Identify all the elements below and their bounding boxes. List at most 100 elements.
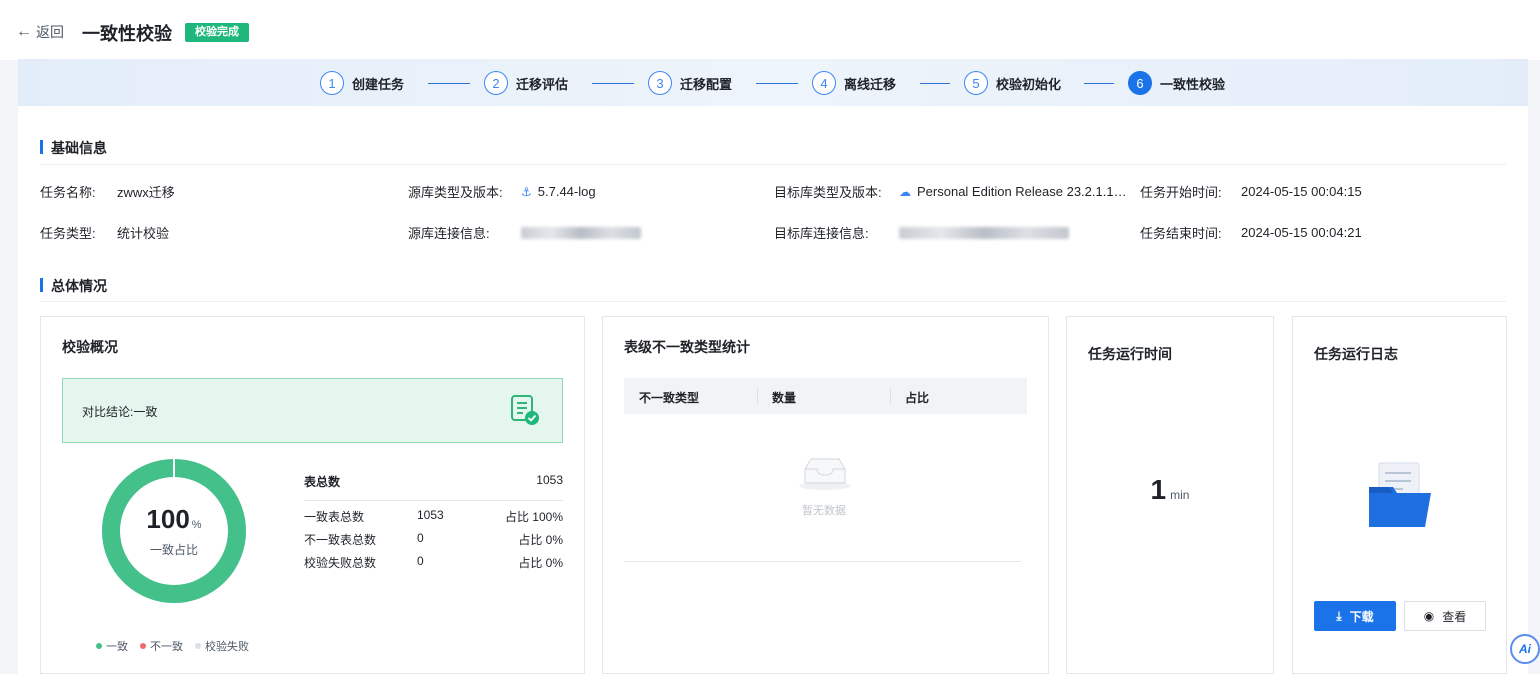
view-label: 查看	[1442, 609, 1467, 624]
runtime-card: 任务运行时间 1 min	[1066, 316, 1274, 674]
stats-count: 1053	[417, 508, 444, 522]
step-5: 5 校验初始化	[964, 71, 1061, 95]
stats-label: 不一致表总数	[304, 533, 377, 547]
stats-ratio: 占比 0%	[518, 533, 563, 547]
conclusion-banner: 对比结论:一致	[62, 378, 563, 443]
info-source-conn: 源库连接信息:	[408, 223, 641, 242]
step-connector	[920, 83, 950, 84]
info-value: 2024-05-15 00:04:21	[1241, 225, 1362, 240]
percent-value: 100	[146, 504, 190, 534]
verify-overview-card: 校验概况 对比结论:一致 100 % 一致占比 表总数 1053 一致表总数 1…	[40, 316, 585, 674]
info-label: 源库类型及版本:	[408, 185, 503, 200]
step-4: 4 离线迁移	[812, 71, 896, 95]
stats-label: 表总数	[304, 475, 341, 489]
redacted-value	[521, 226, 641, 239]
info-task-name: 任务名称: zwwx迁移	[40, 182, 175, 201]
card-title: 任务运行时间	[1088, 346, 1172, 362]
legend-dot	[140, 643, 146, 649]
log-card: 任务运行日志 ⤓ 下载 ◉ 查看	[1292, 316, 1507, 674]
column-divider	[757, 387, 758, 405]
table-header: 不一致类型 数量 占比	[624, 378, 1027, 414]
empty-inbox-icon	[797, 455, 853, 496]
step-number: 1	[320, 71, 344, 95]
step-number: 5	[964, 71, 988, 95]
info-label: 目标库类型及版本:	[774, 185, 882, 200]
donut-legend: 一致 不一致 校验失败	[96, 638, 249, 654]
step-label: 迁移评估	[516, 76, 569, 92]
section-title-basic-info: 基础信息	[40, 138, 107, 158]
mysql-icon: ⚓	[521, 184, 532, 199]
stats-count: 0	[417, 531, 424, 545]
card-title: 校验概况	[62, 339, 118, 355]
ai-icon: Ai	[1519, 642, 1531, 656]
back-label: 返回	[36, 24, 64, 40]
info-task-type: 任务类型: 统计校验	[40, 223, 169, 242]
percent-readout: 100%	[146, 504, 201, 535]
step-connector	[428, 83, 470, 84]
download-icon: ⤓	[1336, 608, 1342, 623]
legend-item[interactable]: 校验失败	[195, 638, 249, 654]
step-label: 迁移配置	[680, 76, 733, 92]
folder-document-icon	[1367, 461, 1433, 534]
step-number: 2	[484, 71, 508, 95]
stats-ratio: 占比 0%	[518, 556, 563, 570]
info-label: 源库连接信息:	[408, 226, 490, 241]
info-label: 任务结束时间:	[1140, 226, 1222, 241]
info-value: 统计校验	[117, 226, 170, 241]
info-label: 任务名称:	[40, 185, 96, 200]
runtime-number: 1	[1150, 474, 1167, 505]
step-label: 创建任务	[352, 76, 405, 92]
empty-text: 暂无数据	[802, 505, 846, 517]
eye-icon: ◉	[1423, 609, 1435, 623]
step-3: 3 迁移配置	[648, 71, 732, 95]
stats-row: 不一致表总数 0 占比 0%	[304, 531, 563, 554]
stats-row: 校验失败总数 0 占比 0%	[304, 554, 563, 577]
download-button[interactable]: ⤓ 下载	[1314, 601, 1396, 631]
legend-label: 一致	[106, 641, 128, 653]
divider	[40, 164, 1506, 165]
info-label: 任务开始时间:	[1140, 185, 1222, 200]
step-connector	[756, 83, 798, 84]
legend-item[interactable]: 不一致	[140, 638, 183, 654]
stats-label: 校验失败总数	[304, 556, 377, 570]
legend-item[interactable]: 一致	[96, 638, 128, 654]
legend-dot	[195, 643, 201, 649]
info-label: 目标库连接信息:	[774, 226, 869, 241]
column-header: 数量	[772, 391, 797, 405]
stats-row: 一致表总数 1053 占比 100%	[304, 508, 563, 531]
stats-label: 一致表总数	[304, 510, 365, 524]
legend-dot	[96, 643, 102, 649]
page-title: 一致性校验	[82, 24, 172, 44]
card-title: 表级不一致类型统计	[624, 339, 750, 355]
page: ← 返回 一致性校验 校验完成 1 创建任务 2 迁移评估 3 迁移配置 4 离…	[0, 0, 1540, 674]
info-start-time: 任务开始时间: 2024-05-15 00:04:15	[1140, 182, 1362, 201]
status-badge: 校验完成	[185, 23, 249, 42]
inconsistency-type-card: 表级不一致类型统计 不一致类型 数量 占比 暂无数据	[602, 316, 1049, 674]
step-label: 离线迁移	[844, 76, 897, 92]
column-divider	[890, 387, 891, 405]
stats-value: 1053	[536, 473, 563, 487]
info-end-time: 任务结束时间: 2024-05-15 00:04:21	[1140, 223, 1362, 242]
info-target-conn: 目标库连接信息:	[774, 223, 1069, 242]
percent-unit: %	[191, 519, 202, 531]
step-number: 4	[812, 71, 836, 95]
step-number: 3	[648, 71, 672, 95]
cloud-db-icon: ☁	[899, 184, 911, 199]
back-link[interactable]: ← 返回	[16, 22, 64, 42]
card-title: 任务运行日志	[1314, 346, 1398, 362]
section-title-overview: 总体情况	[40, 276, 107, 296]
info-value: 2024-05-15 00:04:15	[1241, 184, 1362, 199]
document-check-icon	[510, 394, 540, 431]
view-button[interactable]: ◉ 查看	[1404, 601, 1486, 631]
ai-assistant-button[interactable]: Ai	[1510, 634, 1540, 664]
column-header: 占比	[905, 391, 930, 405]
step-6: 6 一致性校验	[1128, 71, 1225, 95]
info-target-type: 目标库类型及版本: ☁ Personal Edition Release 23.…	[774, 182, 1127, 201]
info-source-type: 源库类型及版本: ⚓ 5.7.44-log	[408, 182, 596, 201]
runtime-value: 1 min	[1067, 474, 1273, 506]
main-content: 基础信息 任务名称: zwwx迁移 任务类型: 统计校验 源库类型及版本: ⚓ …	[18, 106, 1528, 674]
stats-table: 表总数 1053 一致表总数 1053 占比 100% 不一致表总数 0 占比 …	[304, 473, 563, 577]
info-value: Personal Edition Release 23.2.1.1…	[917, 184, 1127, 199]
info-label: 任务类型:	[40, 226, 96, 241]
info-value: zwwx迁移	[117, 185, 175, 200]
